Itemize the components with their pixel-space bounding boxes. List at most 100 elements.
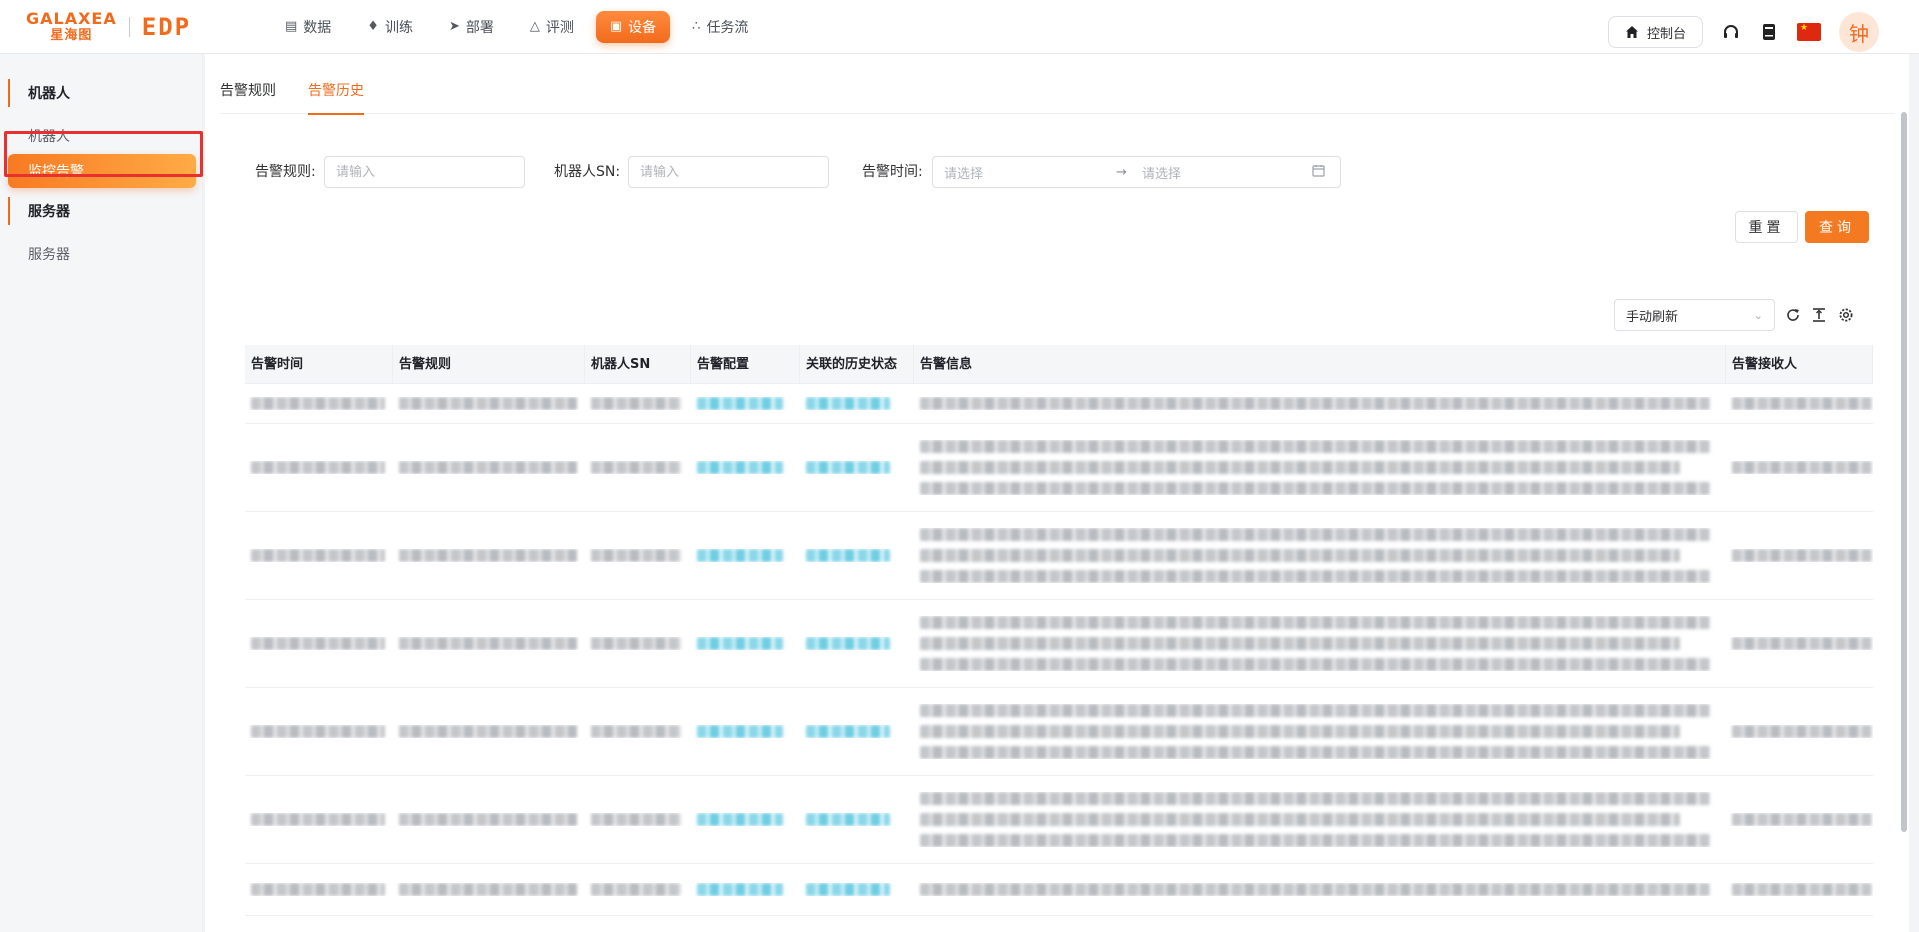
- table-row[interactable]: [245, 688, 1873, 776]
- redacted-cell: [585, 637, 691, 650]
- table-header: 告警时间 告警规则 机器人SN 告警配置 关联的历史状态 告警信息 告警接收人: [245, 345, 1873, 384]
- redacted-text: [697, 883, 783, 896]
- refresh-mode-select[interactable]: 手动刷新 ⌄: [1614, 299, 1775, 331]
- robot-icon: ▣: [609, 19, 623, 34]
- nav-item-data[interactable]: ▤ 数据: [271, 11, 345, 43]
- redacted-text: [1732, 725, 1872, 738]
- redacted-cell: [393, 883, 585, 896]
- redacted-cell: [245, 461, 393, 474]
- redacted-text: [920, 440, 1710, 453]
- column-header-history-status[interactable]: 关联的历史状态: [800, 345, 914, 384]
- redacted-cell: [585, 813, 691, 826]
- nav-item-train[interactable]: ♦ 训练: [353, 11, 427, 43]
- headset-icon[interactable]: [1721, 22, 1741, 42]
- redacted-cell: [800, 725, 914, 738]
- sidebar-item-server[interactable]: 服务器: [0, 234, 202, 274]
- redacted-text: [697, 637, 783, 650]
- nav-item-device[interactable]: ▣ 设备: [595, 10, 671, 43]
- redacted-cell: [914, 397, 1726, 410]
- brand-logo[interactable]: GALAXEA 星海图 EDP: [26, 11, 211, 43]
- sidebar-item-monitor-alert[interactable]: 监控告警: [8, 154, 196, 188]
- logo-divider: [128, 16, 130, 37]
- nav-item-workflow[interactable]: ∴ 任务流: [678, 11, 762, 43]
- redacted-text: [591, 883, 681, 896]
- redacted-cell: [393, 397, 585, 410]
- table-row[interactable]: [245, 512, 1873, 600]
- redacted-cell: [245, 637, 393, 650]
- redacted-cell: [585, 725, 691, 738]
- refresh-icon[interactable]: [1782, 304, 1804, 326]
- redacted-text: [251, 461, 385, 474]
- redacted-cell: [691, 397, 800, 410]
- table-row[interactable]: [245, 424, 1873, 512]
- column-header-alert-rule[interactable]: 告警规则: [393, 345, 585, 384]
- redacted-text: [806, 461, 890, 474]
- page-scrollbar[interactable]: [1901, 112, 1907, 832]
- redacted-cell: [800, 549, 914, 562]
- table-row[interactable]: [245, 600, 1873, 688]
- column-header-alert-time[interactable]: 告警时间: [245, 345, 393, 384]
- alert-rule-input[interactable]: [324, 156, 525, 188]
- redacted-text: [251, 883, 385, 896]
- settings-gear-icon[interactable]: [1835, 304, 1857, 326]
- reset-button[interactable]: 重置: [1735, 211, 1798, 243]
- redacted-cell: [1726, 637, 1873, 650]
- workflow-icon: ∴: [692, 19, 701, 34]
- redacted-text: [399, 883, 577, 896]
- tab-alert-rules[interactable]: 告警规则: [220, 66, 276, 114]
- alert-history-table: 告警时间 告警规则 机器人SN 告警配置 关联的历史状态 告警信息 告警接收人: [245, 345, 1873, 932]
- redacted-cell: [800, 461, 914, 474]
- redacted-cell: [1726, 725, 1873, 738]
- sidebar-item-robot[interactable]: 机器人: [0, 116, 202, 156]
- redacted-cell: [691, 637, 800, 650]
- redacted-cell: [914, 440, 1726, 495]
- redacted-text: [806, 883, 890, 896]
- redacted-cell: [245, 883, 393, 896]
- nav-item-eval[interactable]: △ 评测: [516, 11, 588, 43]
- console-button[interactable]: 控制台: [1607, 16, 1703, 48]
- redacted-text: [591, 637, 681, 650]
- alert-time-range-picker[interactable]: 请选择 → 请选择: [932, 156, 1341, 188]
- table-row[interactable]: [245, 776, 1873, 864]
- column-header-robot-sn[interactable]: 机器人SN: [585, 345, 691, 384]
- tab-bar: 告警规则 告警历史: [220, 66, 1895, 115]
- redacted-text: [920, 570, 1710, 583]
- nav-item-deploy[interactable]: ➤ 部署: [435, 11, 508, 43]
- column-header-alert-receiver[interactable]: 告警接收人: [1726, 345, 1873, 384]
- tab-alert-history[interactable]: 告警历史: [308, 66, 364, 115]
- redacted-cell: [1726, 883, 1873, 896]
- query-button[interactable]: 查询: [1805, 211, 1869, 243]
- database-icon: ▤: [285, 19, 298, 34]
- redacted-text: [920, 637, 1680, 650]
- redacted-cell: [800, 883, 914, 896]
- redacted-cell: [1726, 397, 1873, 410]
- redacted-cell: [1726, 549, 1873, 562]
- manual-book-icon[interactable]: [1759, 22, 1779, 42]
- redacted-cell: [800, 637, 914, 650]
- table-row[interactable]: [245, 864, 1873, 916]
- language-flag-icon[interactable]: ★: [1797, 23, 1821, 41]
- flame-icon: ♦: [367, 19, 379, 34]
- alert-time-label: 告警时间:: [862, 164, 923, 180]
- robot-sn-input[interactable]: [628, 156, 829, 188]
- redacted-text: [920, 746, 1710, 759]
- redacted-cell: [393, 461, 585, 474]
- redacted-text: [697, 813, 783, 826]
- redacted-text: [920, 528, 1710, 541]
- header-tools: 控制台 ★ 钟: [1607, 12, 1879, 52]
- redacted-cell: [914, 528, 1726, 583]
- column-height-icon[interactable]: [1808, 304, 1830, 326]
- console-label: 控制台: [1646, 26, 1686, 42]
- time-end-placeholder: 请选择: [1142, 166, 1182, 182]
- redacted-text: [920, 397, 1710, 410]
- redacted-text: [920, 658, 1710, 671]
- nav-label: 数据: [303, 19, 332, 36]
- column-header-alert-config[interactable]: 告警配置: [691, 345, 800, 384]
- column-header-alert-info[interactable]: 告警信息: [914, 345, 1726, 384]
- table-row[interactable]: [245, 384, 1873, 424]
- redacted-text: [697, 397, 783, 410]
- refresh-mode-value: 手动刷新: [1626, 309, 1679, 325]
- filter-bar: 告警规则: 机器人SN: 告警时间: 请选择 → 请选择: [205, 156, 1909, 188]
- sidebar-group-robot: 机器人: [0, 74, 202, 112]
- user-avatar[interactable]: 钟: [1839, 12, 1879, 52]
